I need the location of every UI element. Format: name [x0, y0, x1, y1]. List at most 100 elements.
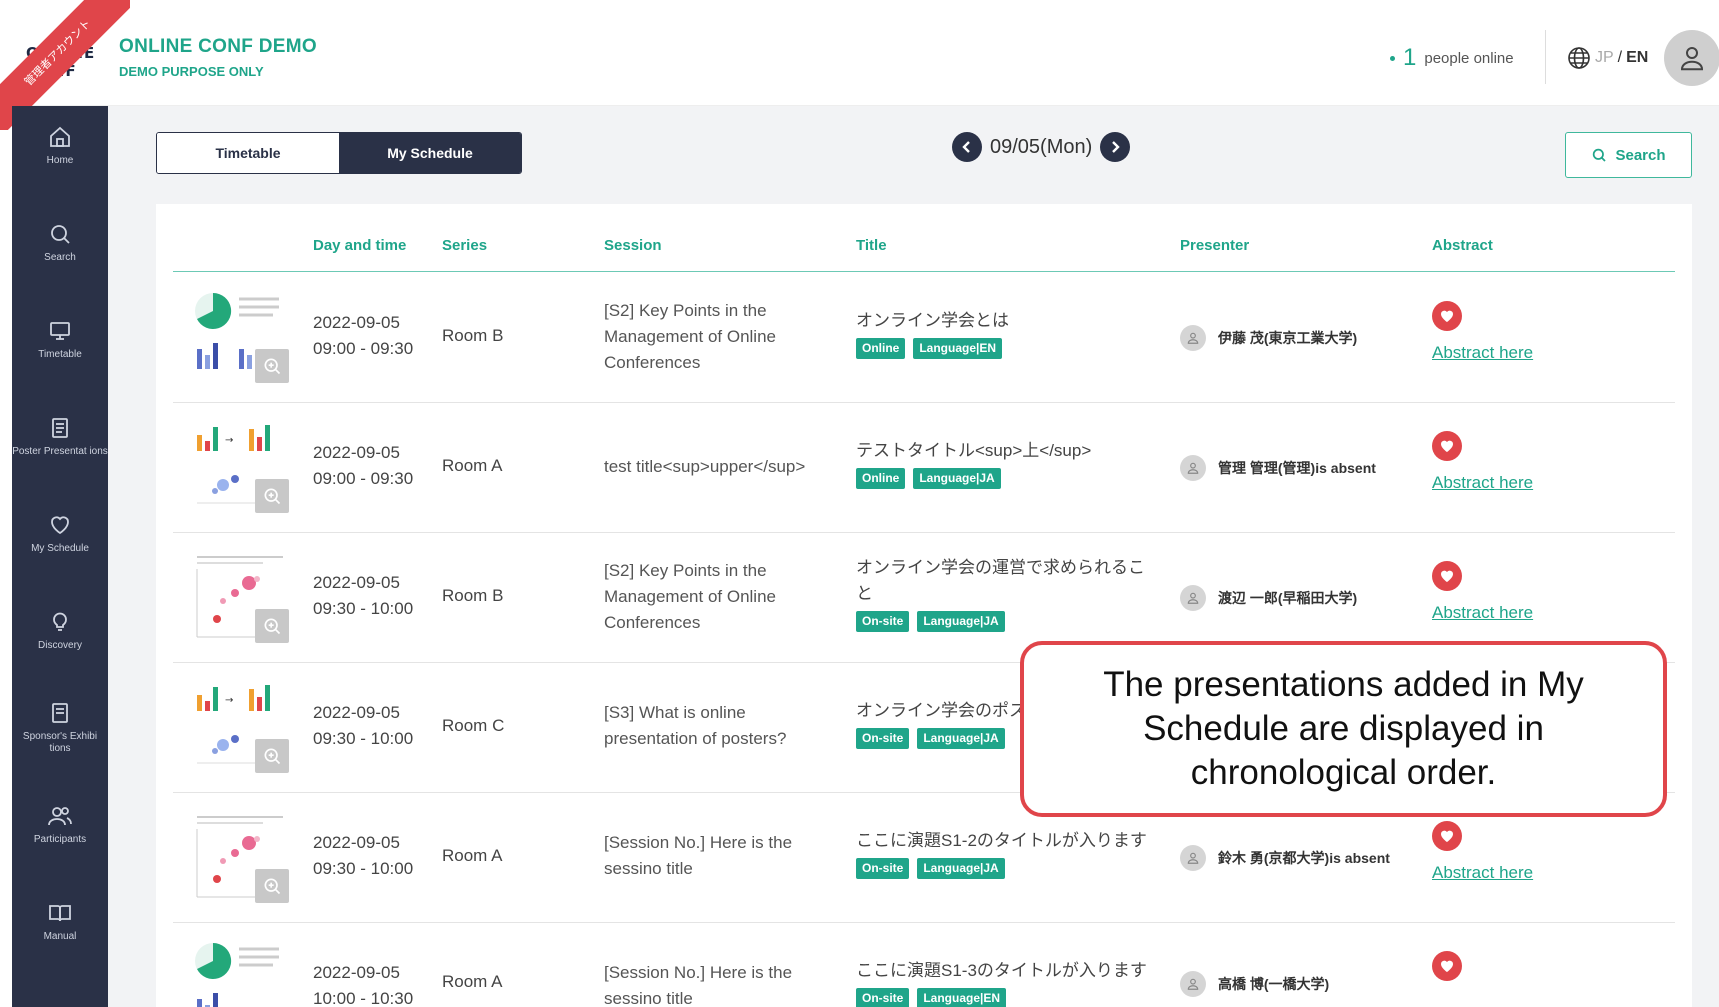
presentation-title[interactable]: オンライン学会とは — [856, 308, 1156, 334]
format-badge: Online — [856, 338, 906, 359]
user-icon — [1187, 592, 1199, 604]
sidebar-item-label: Timetable — [38, 349, 82, 360]
poster-thumbnail[interactable] — [193, 813, 289, 903]
favorite-button[interactable] — [1432, 821, 1462, 851]
poster-thumbnail[interactable] — [193, 292, 289, 383]
table-row[interactable]: 2022-09-05 09:00 - 09:30 Room B [S2] Key… — [173, 273, 1675, 403]
abstract-cell: Abstract here — [1432, 561, 1533, 623]
user-icon — [1680, 47, 1704, 71]
presentation-title[interactable]: テストタイトル<sup>上</sup> — [856, 438, 1156, 464]
sidebar-item-home[interactable]: Home — [12, 106, 108, 186]
format-badge: On-site — [856, 858, 910, 879]
sidebar-item-participants[interactable]: Participants — [12, 785, 108, 865]
online-label: people online — [1424, 49, 1514, 67]
presenter-avatar — [1180, 845, 1206, 871]
poster-thumbnail[interactable]: → — [193, 423, 289, 513]
series-cell: Room A — [442, 972, 503, 991]
sidebar-item-label: Home — [46, 155, 74, 166]
session-cell: [S2] Key Points in the Management of Onl… — [604, 561, 776, 632]
presenter-cell: 高橋 博(一橋大学) — [1180, 971, 1329, 997]
heart-icon — [1441, 960, 1453, 972]
poster-thumbnail[interactable] — [193, 942, 289, 1007]
abstract-link[interactable]: Abstract here — [1432, 863, 1533, 883]
monitor-icon — [50, 322, 70, 340]
format-badge: Online — [856, 468, 906, 489]
sidebar-item-poster[interactable]: Poster Presentat ions — [12, 397, 108, 477]
sidebar-item-timetable[interactable]: Timetable — [12, 300, 108, 380]
zoom-in-icon — [264, 618, 281, 635]
title-cell: オンライン学会とは Online Language|EN — [856, 308, 1156, 359]
table-row[interactable]: → 2022-09-05 09:00 - 09:30 Room A test t… — [173, 403, 1675, 533]
column-header-abstract: Abstract — [1432, 237, 1493, 254]
favorite-button[interactable] — [1432, 431, 1462, 461]
zoom-button[interactable] — [255, 739, 289, 773]
zoom-button[interactable] — [255, 349, 289, 383]
lang-en-option[interactable]: EN — [1626, 49, 1648, 67]
session-date: 2022-09-05 — [313, 963, 400, 982]
app-header: ONLINE CONF 管理者アカウント ONLINE CONF DEMO DE… — [0, 0, 1719, 130]
tab-timetable[interactable]: Timetable — [157, 133, 339, 173]
session-cell: [Session No.] Here is the sessino title — [604, 833, 793, 878]
title-cell: テストタイトル<sup>上</sup> Online Language|JA — [856, 438, 1156, 489]
language-switcher[interactable]: JP / EN — [1567, 46, 1648, 70]
next-date-button[interactable] — [1100, 132, 1131, 162]
heart-icon — [51, 516, 69, 535]
online-status-dot — [1390, 55, 1395, 61]
sponsor-icon — [52, 703, 68, 723]
sidebar-item-sponsor[interactable]: Sponsor's Exhibi tions — [12, 688, 108, 768]
series-cell: Room A — [442, 846, 503, 865]
lang-jp-option[interactable]: JP — [1595, 49, 1614, 67]
users-icon — [48, 807, 72, 826]
main-content: Timetable My Schedule 09/05(Mon) Search … — [108, 106, 1719, 1007]
presenter-cell: 伊藤 茂(東京工業大学) — [1180, 325, 1357, 351]
favorite-button[interactable] — [1432, 951, 1462, 981]
current-date: 09/05(Mon) — [990, 135, 1093, 158]
user-avatar-button[interactable] — [1664, 30, 1719, 86]
zoom-button[interactable] — [255, 479, 289, 513]
sidebar-item-manual[interactable]: Manual — [12, 882, 108, 962]
table-row[interactable]: 2022-09-05 10:00 - 10:30 Room A [Session… — [173, 923, 1675, 1007]
sidebar-item-label: Sponsor's Exhibi tions — [22, 731, 98, 754]
session-time: 09:30 - 10:00 — [313, 729, 414, 748]
presentation-title[interactable]: ここに演題S1-3のタイトルが入ります — [856, 958, 1176, 984]
sidebar-item-search[interactable]: Search — [12, 203, 108, 283]
favorite-button[interactable] — [1432, 561, 1462, 591]
abstract-link[interactable]: Abstract here — [1432, 603, 1533, 623]
user-icon — [1187, 332, 1199, 344]
zoom-in-icon — [264, 748, 281, 765]
title-cell: ここに演題S1-2のタイトルが入ります On-site Language|JA — [856, 828, 1176, 879]
sidebar-item-my-schedule[interactable]: My Schedule — [12, 494, 108, 574]
column-header-session: Session — [604, 237, 662, 254]
poster-thumbnail[interactable] — [193, 553, 289, 643]
series-cell: Room B — [442, 586, 504, 605]
presenter-avatar — [1180, 455, 1206, 481]
svg-text:→: → — [225, 435, 233, 446]
favorite-button[interactable] — [1432, 301, 1462, 331]
session-date: 2022-09-05 — [313, 833, 400, 852]
session-time: 09:00 - 09:30 — [313, 469, 414, 488]
presentation-title[interactable]: オンライン学会の運営で求められること — [856, 555, 1146, 607]
book-icon — [49, 905, 71, 922]
search-button[interactable]: Search — [1565, 132, 1692, 178]
sidebar-item-discovery[interactable]: Discovery — [12, 591, 108, 671]
zoom-button[interactable] — [255, 869, 289, 903]
session-time: 09:00 - 09:30 — [313, 339, 414, 358]
abstract-cell — [1432, 951, 1462, 981]
language-badge: Language|JA — [913, 468, 1001, 489]
abstract-link[interactable]: Abstract here — [1432, 473, 1533, 493]
zoom-button[interactable] — [255, 609, 289, 643]
presenter-name: 高橋 博(一橋大学) — [1218, 976, 1330, 992]
presenter-name: 管理 管理(管理)is absent — [1218, 460, 1376, 476]
search-button-label: Search — [1615, 146, 1666, 164]
prev-date-button[interactable] — [952, 132, 982, 162]
presenter-avatar — [1180, 971, 1206, 997]
presentation-title[interactable]: ここに演題S1-2のタイトルが入ります — [856, 828, 1176, 854]
user-icon — [1187, 852, 1199, 864]
zoom-in-icon — [264, 488, 281, 505]
poster-thumbnail[interactable]: → — [193, 683, 289, 773]
column-header-presenter: Presenter — [1180, 237, 1250, 254]
tab-my-schedule[interactable]: My Schedule — [339, 133, 521, 173]
sidebar-nav: Home Search Timetable Poster Presentat i… — [12, 106, 108, 1007]
abstract-link[interactable]: Abstract here — [1432, 343, 1533, 363]
view-toggle: Timetable My Schedule — [156, 132, 522, 174]
